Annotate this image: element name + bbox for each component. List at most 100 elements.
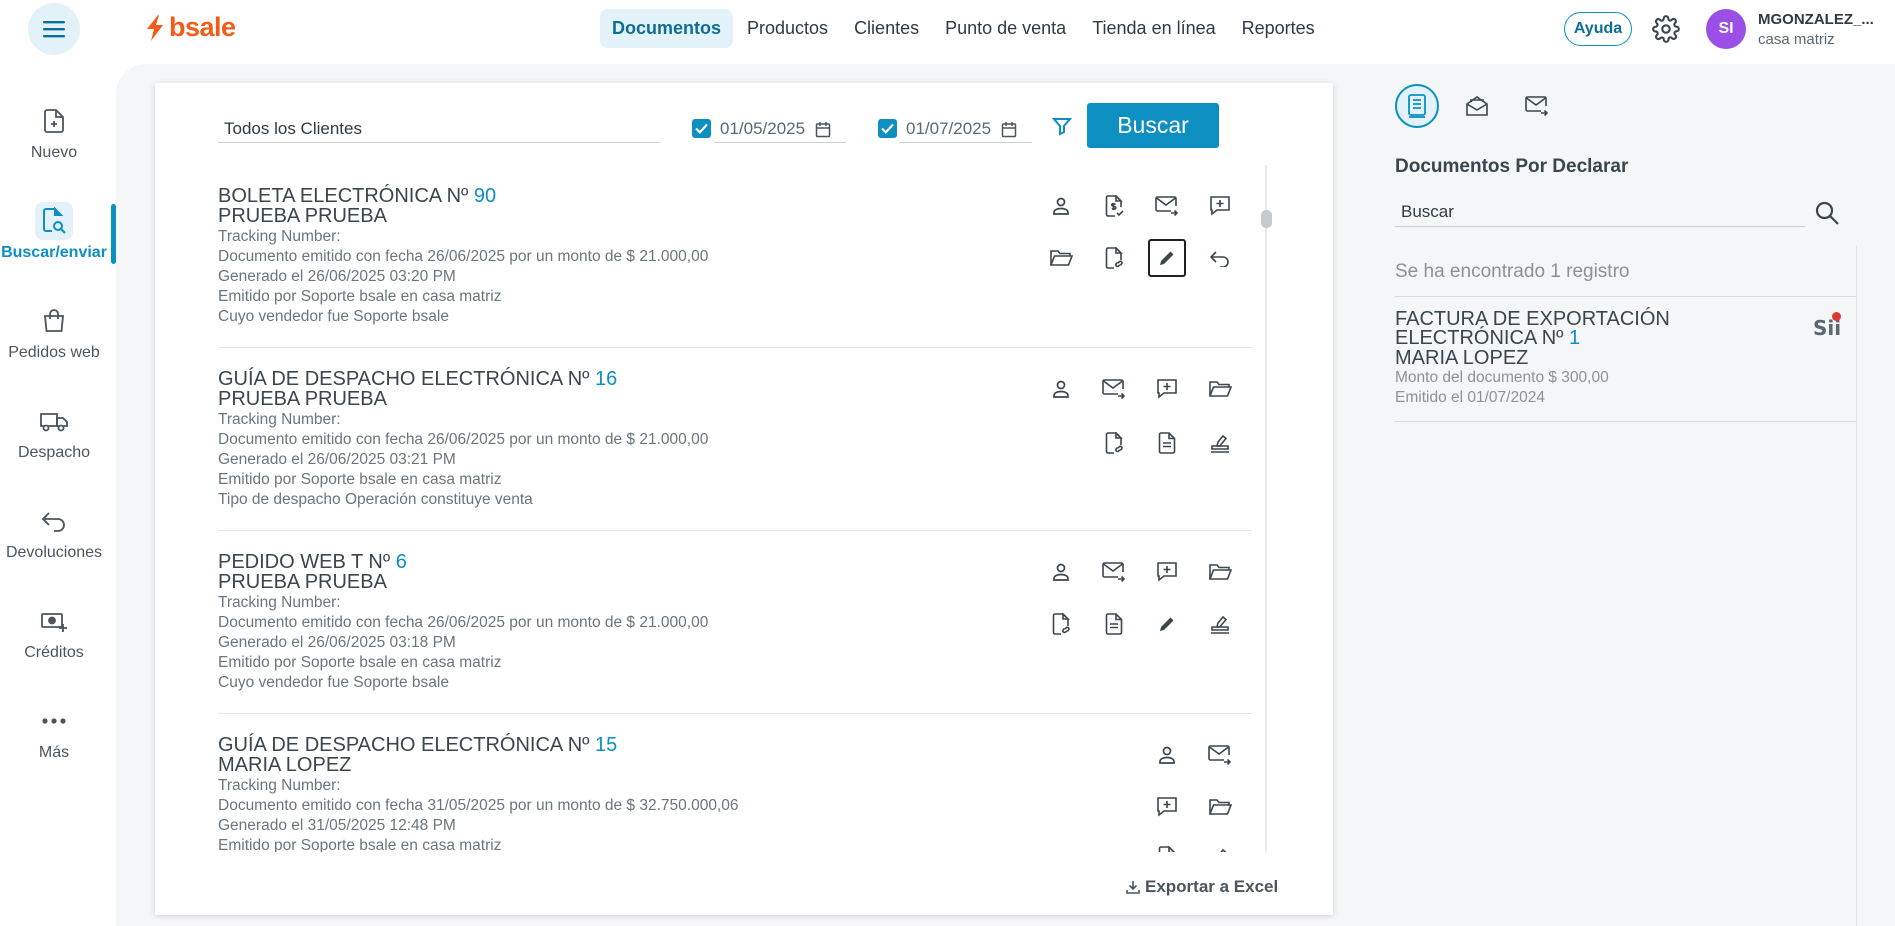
date-from-field[interactable]: 01/05/2025 [714,115,846,143]
doc-details: Tracking Number: Documento emitido con f… [218,227,708,327]
list-item[interactable]: BOLETA ELECTRÓNICA Nº 90 PRUEBA PRUEBA T… [218,165,1252,348]
export-excel-button[interactable]: Exportar a Excel [1125,877,1278,897]
date-to-checkbox[interactable] [878,119,897,138]
stamp-icon[interactable] [1201,605,1239,643]
date-to-field[interactable]: 01/07/2025 [900,115,1032,143]
search-icon[interactable] [1814,200,1840,226]
list-item[interactable]: GUÍA DE DESPACHO ELECTRÓNICA Nº 15 MARIA… [218,714,1252,852]
more-dots-icon [35,702,73,740]
found-count: Se ha encontrado 1 registro [1395,261,1630,282]
add-note-icon[interactable] [1148,553,1186,591]
notification-dot [1832,312,1841,321]
nav-productos[interactable]: Productos [735,9,840,48]
user-icon[interactable] [1042,187,1080,225]
gear-icon[interactable] [1652,15,1680,43]
doc-emitted: Documento emitido con fecha 26/06/2025 p… [218,614,709,631]
nav-documentos[interactable]: Documentos [600,9,734,48]
add-note-icon[interactable] [1148,370,1186,408]
doc-emitted: Documento emitido con fecha 31/05/2025 p… [218,797,739,814]
doc-tracking: Tracking Number: [218,228,341,245]
doc-dispatch-type: Tipo de despacho Operación constituye ve… [218,491,533,508]
pending-doc-type: ELECTRÓNICA Nº [1395,327,1564,349]
avatar[interactable]: SI [1706,9,1746,49]
edit-pencil-icon[interactable] [1148,239,1186,277]
document-link-icon[interactable] [1095,239,1133,277]
pending-document-item[interactable]: FACTURA DE EXPORTACIÓN ELECTRÓNICA Nº 1 … [1395,309,1857,422]
filter-icon[interactable] [1052,116,1072,136]
doc-generated: Generado el 26/06/2025 03:20 PM [218,268,456,285]
nav-clientes[interactable]: Clientes [842,9,931,48]
list-item[interactable]: PEDIDO WEB T Nº 6 PRUEBA PRUEBA Tracking… [218,531,1252,714]
doc-issuer: Emitido por Soporte bsale en casa matriz [218,837,502,852]
mail-send-icon[interactable] [1095,553,1133,591]
doc-number[interactable]: 16 [595,368,617,390]
sidebar-item-label: Pedidos web [8,344,100,361]
document-text-icon[interactable] [1095,605,1133,643]
tab-inbox[interactable] [1455,84,1499,128]
add-note-icon[interactable] [1201,187,1239,225]
file-search-icon [35,202,73,240]
document-link-icon[interactable] [1042,605,1080,643]
document-link-icon[interactable] [1095,424,1133,462]
folder-open-icon[interactable] [1201,553,1239,591]
doc-seller: Cuyo vendedor fue Soporte bsale [218,674,449,691]
menu-icon[interactable] [28,3,80,55]
sidebar-item-devoluciones[interactable]: Devoluciones [0,502,108,562]
add-note-icon[interactable] [1148,788,1186,826]
sidebar-item-pedidos-web[interactable]: Pedidos web [0,302,108,362]
stamp-icon[interactable] [1201,424,1239,462]
right-search-input[interactable]: Buscar [1395,199,1805,227]
doc-emitted: Documento emitido con fecha 26/06/2025 p… [218,248,709,265]
folder-open-icon[interactable] [1201,788,1239,826]
bolt-icon [147,14,163,41]
pending-doc-amount: Monto del documento $ 300,00 [1395,369,1609,386]
doc-generated: Generado el 26/06/2025 03:18 PM [218,634,456,651]
sidebar-item-nuevo[interactable]: Nuevo [0,102,108,162]
document-text-icon[interactable] [1148,424,1186,462]
mail-send-icon[interactable] [1201,736,1239,774]
date-from-checkbox[interactable] [692,119,711,138]
user-name[interactable]: MGONZALEZ_... [1758,11,1878,28]
sidebar-item-mas[interactable]: Más [0,702,108,762]
folder-open-icon[interactable] [1201,370,1239,408]
scrollbar-thumb[interactable] [1261,210,1272,228]
user-icon[interactable] [1042,370,1080,408]
user-icon[interactable] [1042,553,1080,591]
sidebar-item-creditos[interactable]: Créditos [0,602,108,662]
scrollbar-track[interactable] [1265,165,1267,852]
bsale-logo[interactable]: bsale [145,12,236,43]
doc-issuer: Emitido por Soporte bsale en casa matriz [218,288,502,305]
doc-number[interactable]: 90 [474,185,496,207]
mail-send-icon[interactable] [1095,370,1133,408]
edit-pencil-icon[interactable] [1148,605,1186,643]
nav-tienda-en-linea[interactable]: Tienda en línea [1080,9,1227,48]
user-icon[interactable] [1148,736,1186,774]
return-arrow-icon[interactable] [1201,239,1239,277]
document-text-icon[interactable] [1148,838,1186,852]
calendar-icon[interactable] [1001,121,1017,138]
doc-type: BOLETA ELECTRÓNICA Nº [218,185,469,207]
doc-issuer: Emitido por Soporte bsale en casa matriz [218,471,502,488]
help-button[interactable]: Ayuda [1564,12,1632,46]
sidebar-item-label: Nuevo [30,144,78,161]
document-dollar-icon[interactable] [1095,187,1133,225]
folder-open-icon[interactable] [1042,239,1080,277]
nav-punto-de-venta[interactable]: Punto de venta [933,9,1078,48]
client-filter-input[interactable]: Todos los Clientes [218,115,660,143]
date-from-value: 01/05/2025 [720,119,806,138]
tab-documents-to-declare[interactable] [1395,84,1439,128]
sidebar-item-label: Devoluciones [5,544,103,561]
calendar-icon[interactable] [815,121,831,138]
nav-reportes[interactable]: Reportes [1230,9,1327,48]
sidebar-item-despacho[interactable]: Despacho [0,402,108,462]
mail-send-icon[interactable] [1148,187,1186,225]
list-item[interactable]: GUÍA DE DESPACHO ELECTRÓNICA Nº 16 PRUEB… [218,348,1252,531]
search-button[interactable]: Buscar [1087,103,1219,148]
doc-number[interactable]: 15 [595,734,617,756]
sidebar-item-buscar-enviar[interactable]: Buscar/enviar [0,202,108,262]
pending-doc-number[interactable]: 1 [1569,327,1580,349]
doc-number[interactable]: 6 [396,551,407,573]
doc-details: Tracking Number: Documento emitido con f… [218,776,738,852]
stamp-icon[interactable] [1201,838,1239,852]
tab-sent[interactable] [1515,84,1559,128]
